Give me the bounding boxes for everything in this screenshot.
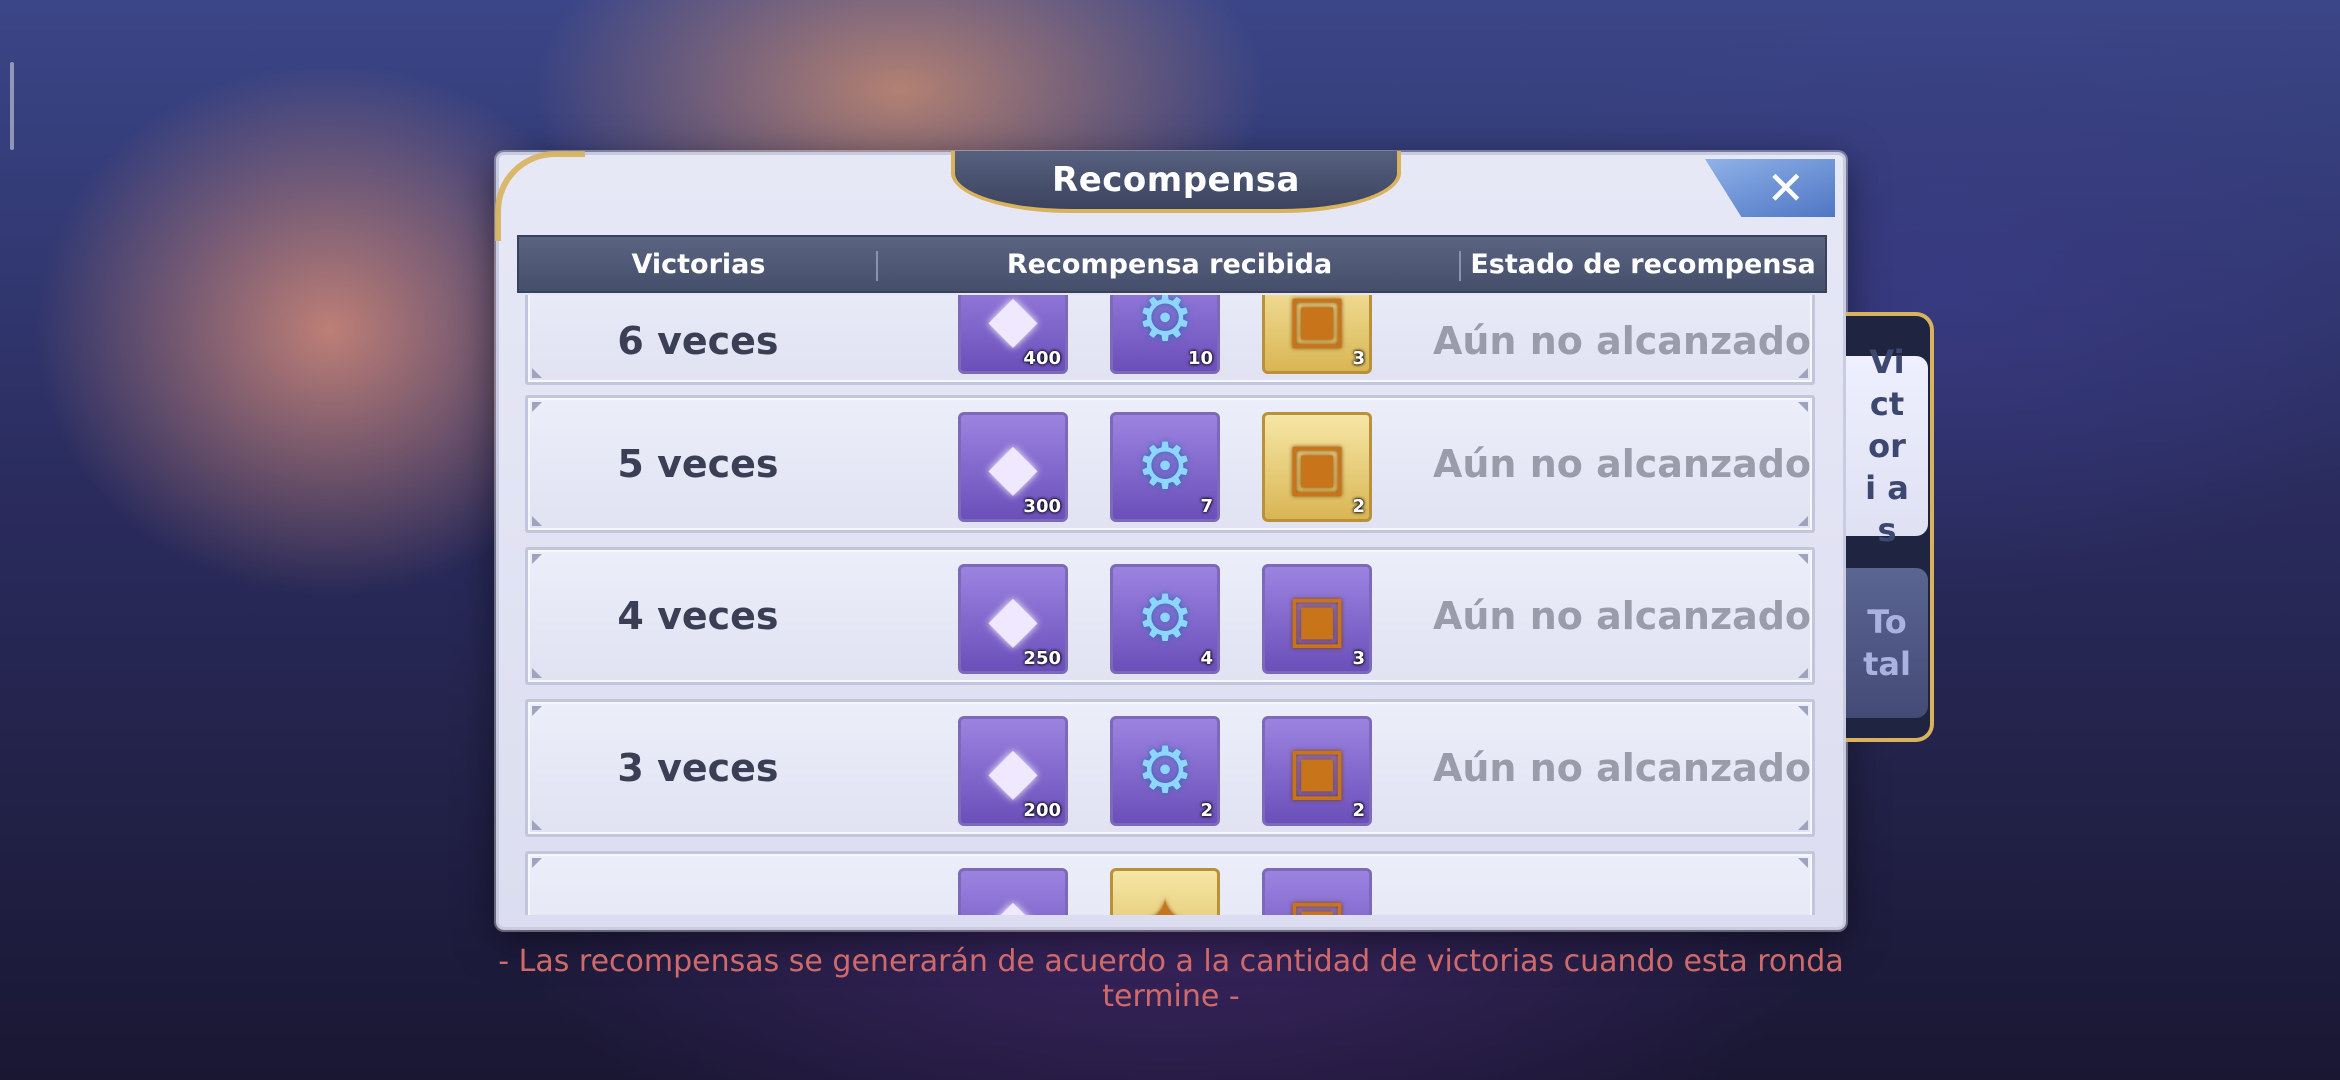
item-qty: 2 xyxy=(1352,496,1365,517)
header-victories: Victorias xyxy=(519,237,878,291)
reward-item-gear[interactable]: ⚙ 2 xyxy=(1110,716,1220,826)
item-qty: 300 xyxy=(1023,496,1061,517)
tab-total[interactable]: To tal xyxy=(1846,568,1928,718)
table-row: ◆ ✦ ▣ xyxy=(525,851,1815,915)
reward-dialog: Recompensa ✕ Victorias Recompensa recibi… xyxy=(495,151,1846,930)
item-qty: 7 xyxy=(1200,496,1213,517)
item-qty: 400 xyxy=(1023,348,1061,369)
item-qty: 3 xyxy=(1352,648,1365,669)
reward-item-gem[interactable]: ◆ 300 xyxy=(958,412,1068,522)
gem-icon: ◆ xyxy=(961,871,1065,915)
row-items: ◆ 250 ⚙ 4 ▣ 3 xyxy=(958,564,1372,674)
reward-item-chest[interactable]: ▣ 2 xyxy=(1262,716,1372,826)
dialog-title: Recompensa xyxy=(951,151,1401,213)
header-reward-label: Recompensa recibida xyxy=(1006,248,1333,280)
reward-item-gem[interactable]: ◆ 250 xyxy=(958,564,1068,674)
reward-item-chest[interactable]: ▣ 3 xyxy=(1262,564,1372,674)
row-state: Aún no alcanzado xyxy=(1432,594,1812,638)
reward-item-chest[interactable]: ▣ 3 xyxy=(1262,295,1372,374)
chest-icon: ▣ xyxy=(1265,871,1369,915)
item-qty: 3 xyxy=(1352,348,1365,369)
row-items: ◆ 300 ⚙ 7 ▣ 2 xyxy=(958,412,1372,522)
row-items: ◆ 400 ⚙ 10 ▣ 3 xyxy=(958,295,1372,374)
table-row: 6 veces ◆ 400 ⚙ 10 ▣ 3 Aún no alcanzado xyxy=(525,295,1815,385)
reward-item-gear[interactable]: ⚙ 4 xyxy=(1110,564,1220,674)
footer-note: - Las recompensas se generarán de acuerd… xyxy=(498,944,1844,1014)
reward-item-gear[interactable]: ⚙ 10 xyxy=(1110,295,1220,374)
header-reward: Recompensa recibida xyxy=(878,237,1462,291)
reward-item-gear[interactable]: ⚙ 7 xyxy=(1110,412,1220,522)
item-qty: 2 xyxy=(1200,800,1213,821)
row-state xyxy=(1432,854,1812,915)
tab-total-label: To tal xyxy=(1863,603,1911,683)
table-row: 3 veces ◆ 200 ⚙ 2 ▣ 2 Aún no alcanzado xyxy=(525,699,1815,837)
tab-victories-label: Vi ct ori as xyxy=(1865,343,1909,549)
row-items: ◆ ✦ ▣ xyxy=(958,868,1372,915)
row-state: Aún no alcanzado xyxy=(1432,746,1812,790)
reward-item-gem[interactable]: ◆ xyxy=(958,868,1068,915)
panel-corner-ornament xyxy=(495,151,585,241)
close-button[interactable]: ✕ xyxy=(1705,159,1835,217)
row-victories: 4 veces xyxy=(617,594,779,638)
table-row: 5 veces ◆ 300 ⚙ 7 ▣ 2 Aún no alcanzado xyxy=(525,395,1815,533)
reward-item-gem[interactable]: ◆ 200 xyxy=(958,716,1068,826)
screen-edge-indicator xyxy=(10,62,14,150)
row-state: Aún no alcanzado xyxy=(1432,319,1812,363)
header-state-label: Estado de recompensa xyxy=(1470,248,1816,280)
table-header: Victorias Recompensa recibida Estado de … xyxy=(517,235,1827,293)
tab-victories[interactable]: Vi ct ori as xyxy=(1846,343,1928,549)
reward-list[interactable]: 6 veces ◆ 400 ⚙ 10 ▣ 3 Aún no alcanzado 5 v… xyxy=(521,295,1827,915)
item-qty: 200 xyxy=(1023,800,1061,821)
reward-item-gem[interactable]: ◆ 400 xyxy=(958,295,1068,374)
item-qty: 2 xyxy=(1352,800,1365,821)
row-victories xyxy=(528,854,868,915)
reward-item-chest[interactable]: ▣ 2 xyxy=(1262,412,1372,522)
reward-item-chest[interactable]: ▣ xyxy=(1262,868,1372,915)
table-row: 4 veces ◆ 250 ⚙ 4 ▣ 3 Aún no alcanzado xyxy=(525,547,1815,685)
header-victories-label: Victorias xyxy=(631,248,766,280)
row-victories: 6 veces xyxy=(617,319,779,363)
row-state: Aún no alcanzado xyxy=(1432,442,1812,486)
item-qty: 250 xyxy=(1023,648,1061,669)
row-victories: 3 veces xyxy=(617,746,779,790)
reward-item-gold[interactable]: ✦ xyxy=(1110,868,1220,915)
row-items: ◆ 200 ⚙ 2 ▣ 2 xyxy=(958,716,1372,826)
item-qty: 10 xyxy=(1187,348,1213,369)
row-victories: 5 veces xyxy=(617,442,779,486)
header-state: Estado de recompensa xyxy=(1461,237,1825,291)
item-qty: 4 xyxy=(1200,648,1213,669)
gold-item-icon: ✦ xyxy=(1113,871,1217,915)
side-tabs: Vi ct ori as To tal xyxy=(1846,312,1934,742)
close-icon: ✕ xyxy=(1766,161,1805,215)
